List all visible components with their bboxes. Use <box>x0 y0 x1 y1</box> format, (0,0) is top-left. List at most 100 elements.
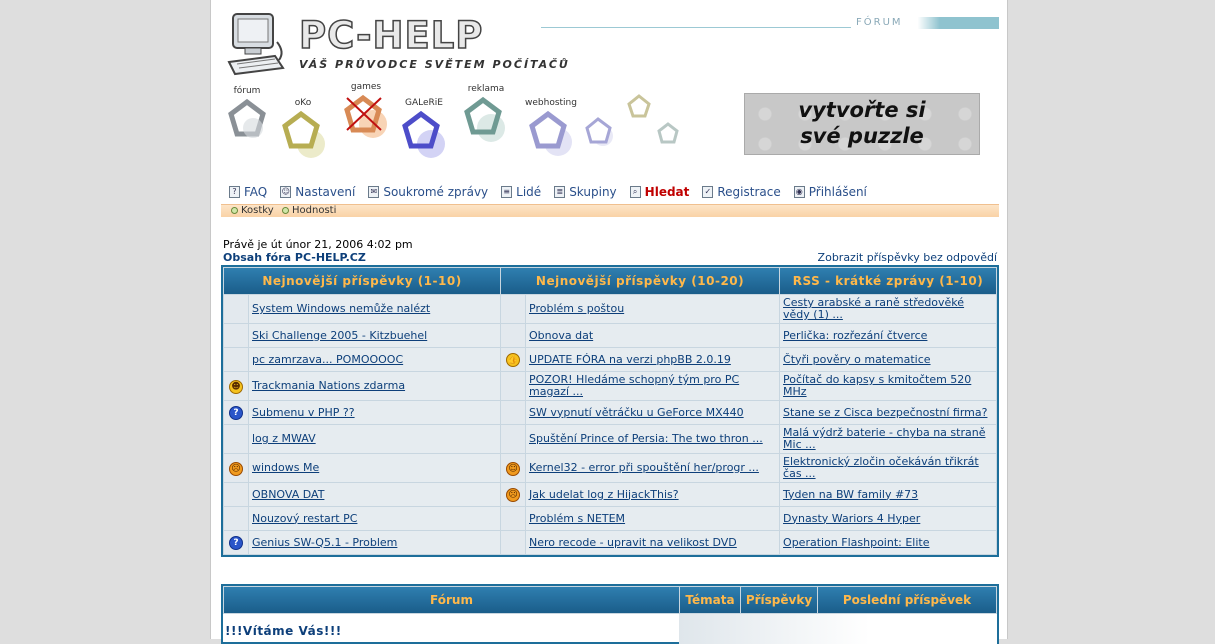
row-text-cell: Jak udelat log z HijackThis? <box>526 483 780 506</box>
pentagon-icon <box>529 110 572 156</box>
rss-news-link[interactable]: Stane se z Cisca bezpečnostní firma? <box>783 406 987 419</box>
row-icon-cell: ? <box>224 531 248 554</box>
row-text-cell: Spuštění Prince of Persia: The two thron… <box>526 425 780 453</box>
latest-topic-link[interactable]: Obnova dat <box>529 329 593 342</box>
row-text-cell: Počítač do kapsy s kmitočtem 520 MHz <box>780 372 996 400</box>
table-row: log z MWAV Spuštění Prince of Persia: The… <box>224 425 996 453</box>
latest-topic-link[interactable]: Nouzový restart PC <box>252 512 357 525</box>
latest-topic-link[interactable]: POZOR! Hledáme schopný tým pro PC magazí… <box>529 373 739 398</box>
row-icon-cell <box>501 507 526 530</box>
row-icon-cell <box>224 425 248 453</box>
rss-news-link[interactable]: Perlička: rozřezání čtverce <box>783 329 927 342</box>
latest-topic-link[interactable]: log z MWAV <box>252 432 316 445</box>
latest-topic-link[interactable]: Nero recode - upravit na velikost DVD <box>529 536 737 549</box>
rss-news-link[interactable]: Počítač do kapsy s kmitočtem 520 MHz <box>783 373 971 398</box>
pentagon-icon <box>282 110 325 158</box>
nav-icon-oko[interactable]: oKo <box>281 98 325 158</box>
row-text-cell: pc zamrzava... POMOOOOC <box>249 348 501 371</box>
rss-news-link[interactable]: Malá výdrž baterie - chyba na straně Mic… <box>783 426 985 451</box>
latest-topic-link[interactable]: Submenu v PHP ?? <box>252 406 355 419</box>
row-text-cell: Elektronický zločin očekáván třikrát čas… <box>780 454 996 482</box>
nav-icon-forum[interactable]: fórum <box>225 86 269 142</box>
unanswered-posts-link[interactable]: Zobrazit příspěvky bez odpovědí <box>818 251 997 264</box>
latest-topic-link[interactable]: windows Me <box>252 461 319 474</box>
latest-posts-table: Nejnovější příspěvky (1-10) Nejnovější p… <box>221 265 999 557</box>
row-text-cell: Obnova dat <box>526 324 780 347</box>
table-row: Ski Challenge 2005 - Kitzbuehel Obnova da… <box>224 324 996 347</box>
current-time: Právě je út únor 21, 2006 4:02 pm <box>223 238 413 251</box>
latest-topic-link[interactable]: Jak udelat log z HijackThis? <box>529 488 679 501</box>
puzzle-banner[interactable]: vytvořte si své puzzle <box>744 93 980 155</box>
menu-settings[interactable]: ☺ Nastavení <box>280 183 355 201</box>
bullet-icon <box>231 207 238 214</box>
table-row: ? Genius SW-Q5.1 - Problem Nero recode - u… <box>224 531 996 554</box>
profile-icon: ☺ <box>280 186 292 198</box>
latest-topic-link[interactable]: Ski Challenge 2005 - Kitzbuehel <box>252 329 427 342</box>
menu-faq[interactable]: ? FAQ <box>229 183 267 201</box>
pentagon-crossed-icon <box>344 94 387 138</box>
rss-news-link[interactable]: Cesty arabské a raně středověké vědy (1)… <box>783 296 964 321</box>
nav-icon-galerie[interactable]: GALeRiE <box>399 98 449 160</box>
rss-news-link[interactable]: Čtyři pověry o matematice <box>783 353 931 366</box>
latest-topic-link[interactable]: OBNOVA DAT <box>252 488 324 501</box>
menu-private-messages[interactable]: ✉ Soukromé zprávy <box>368 183 488 201</box>
confused-icon: ☹ <box>229 461 243 476</box>
help-icon: ? <box>229 186 240 198</box>
row-text-cell: Dynasty Wariors 4 Hyper <box>780 507 996 530</box>
latest-topic-link[interactable]: Kernel32 - error při spouštění her/progr… <box>529 461 759 474</box>
submenu-ranks[interactable]: Hodnosti <box>282 205 336 216</box>
latest-topic-link[interactable]: SW vypnutí větráčku u GeForce MX440 <box>529 406 744 419</box>
forum-category-welcome[interactable]: !!!Vítáme Vás!!! <box>225 624 342 638</box>
row-text-cell: UPDATE FÓRA na verzi phpBB 2.0.19 <box>526 348 780 371</box>
row-text-cell: Cesty arabské a raně středověké vědy (1)… <box>780 295 996 323</box>
menu-groups[interactable]: ≣ Skupiny <box>554 183 617 201</box>
menu-search[interactable]: ⌕ Hledat <box>629 183 689 201</box>
nav-icon-label: games <box>350 82 382 92</box>
site-logo-text[interactable]: PC-HELP <box>298 13 483 58</box>
submenu-dice[interactable]: Kostky <box>231 205 274 216</box>
main-menu: ? FAQ ☺ Nastavení ✉ Soukromé zprávy ≡ Lidé ≣… <box>229 183 880 201</box>
menu-label: Lidé <box>516 185 542 199</box>
row-icon-cell <box>501 401 526 424</box>
pentagon-decor-icon <box>627 94 651 118</box>
rss-news-link[interactable]: Elektronický zločin očekáván třikrát čas… <box>783 455 979 480</box>
row-text-cell: Submenu v PHP ?? <box>249 401 501 424</box>
latest-topic-link[interactable]: Problém s poštou <box>529 302 624 315</box>
menu-login[interactable]: ◉ Přihlášení <box>793 183 867 201</box>
checkmark-icon: ✓ <box>702 186 714 198</box>
row-text-cell: Nero recode - upravit na velikost DVD <box>526 531 780 554</box>
row-icon-cell: ☹ <box>501 483 526 506</box>
rss-news-link[interactable]: Dynasty Wariors 4 Hyper <box>783 512 920 525</box>
groups-icon: ≣ <box>554 186 566 198</box>
latest-topic-link[interactable]: pc zamrzava... POMOOOOC <box>252 353 403 366</box>
row-icon-cell <box>501 324 526 347</box>
row-text-cell: Operation Flashpoint: Elite <box>780 531 996 554</box>
row-icon-cell <box>224 483 248 506</box>
topics-col-header: Témata <box>680 587 740 613</box>
pentagon-decor-icon <box>657 122 679 144</box>
table-row: ☹ windows Me ☺ Kernel32 - error při spouště… <box>224 454 996 482</box>
latest-topic-link[interactable]: Spuštění Prince of Persia: The two thron… <box>529 432 763 445</box>
submenu-label: Hodnosti <box>292 205 337 216</box>
table-row: ☻ Trackmania Nations zdarma POZOR! Hledáme… <box>224 372 996 400</box>
menu-members[interactable]: ≡ Lidé <box>501 183 541 201</box>
menu-register[interactable]: ✓ Registrace <box>702 183 781 201</box>
latest-topic-link[interactable]: UPDATE FÓRA na verzi phpBB 2.0.19 <box>529 353 731 366</box>
rss-news-link[interactable]: Tyden na BW family #73 <box>783 488 918 501</box>
nav-icon-reklama[interactable]: reklama <box>461 84 511 144</box>
row-icon-cell <box>501 372 526 400</box>
pentagon-icon <box>464 96 505 142</box>
rss-news-link[interactable]: Operation Flashpoint: Elite <box>783 536 929 549</box>
nav-icon-label: oKo <box>294 98 312 108</box>
latest-topic-link[interactable]: Genius SW-Q5.1 - Problem <box>252 536 397 549</box>
latest-topic-link[interactable]: Trackmania Nations zdarma <box>252 379 405 392</box>
latest-topic-link[interactable]: System Windows nemůže nalézt <box>252 302 430 315</box>
latest-topic-link[interactable]: Problém s NETEM <box>529 512 625 525</box>
row-icon-cell: ☹ <box>224 454 248 482</box>
nav-icon-webhosting[interactable]: webhosting <box>523 98 579 158</box>
nav-icon-games[interactable]: games <box>341 82 391 142</box>
forum-index-link[interactable]: Obsah fóra PC-HELP.CZ <box>223 251 366 264</box>
row-icon-cell <box>501 295 526 323</box>
row-text-cell: Problém s poštou <box>526 295 780 323</box>
site-slogan: VÁŠ PRŮVODCE SVĚTEM POČÍTAČŮ <box>299 58 570 71</box>
